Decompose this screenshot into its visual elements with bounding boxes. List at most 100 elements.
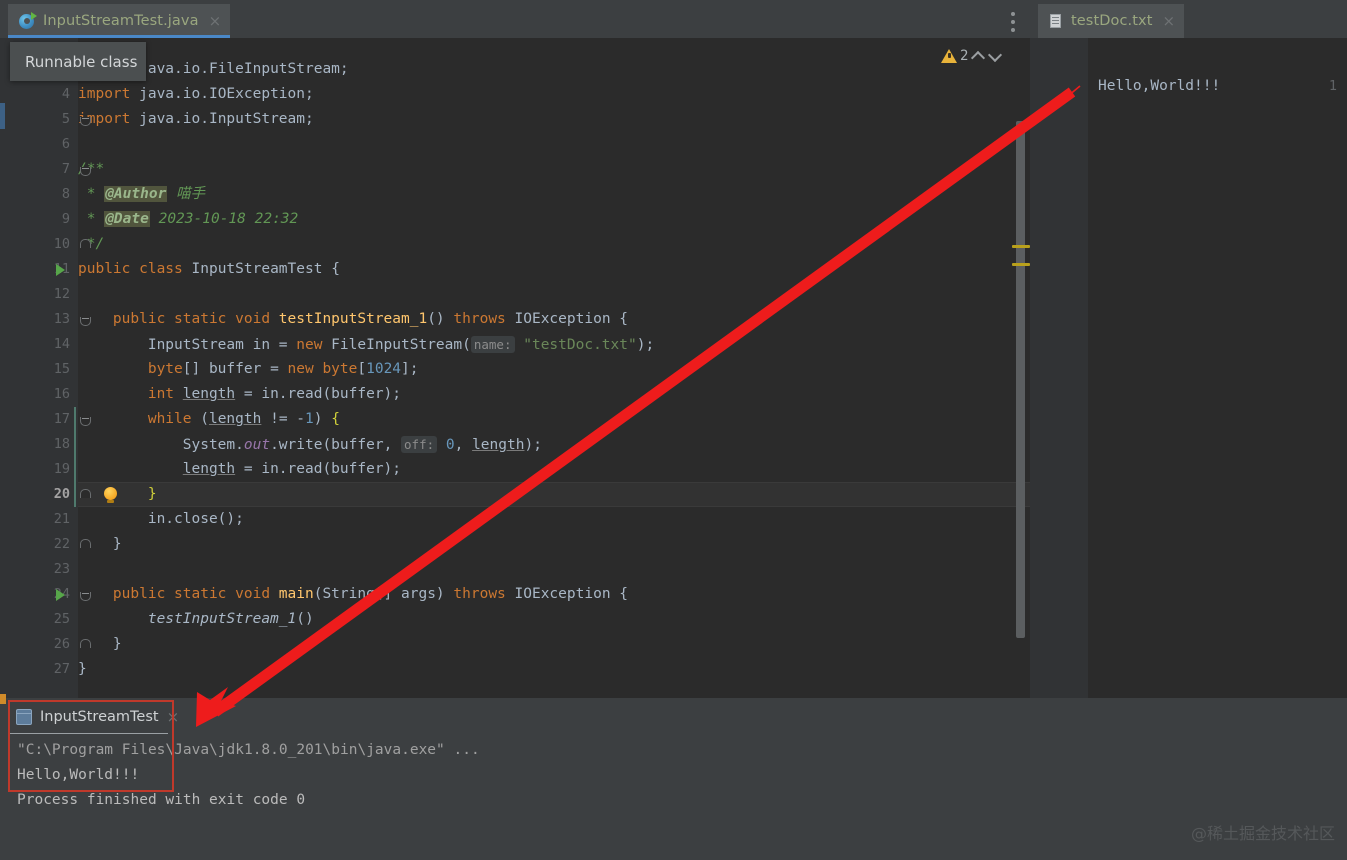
code-line[interactable] bbox=[78, 557, 1030, 582]
code-line[interactable]: InputStream in = new FileInputStream(nam… bbox=[78, 332, 1030, 357]
editor-tabstrip-left: InputStreamTest.java × bbox=[0, 0, 1030, 38]
fold-toggle-icon[interactable] bbox=[80, 639, 91, 650]
code-line[interactable]: import java.io.InputStream; bbox=[78, 107, 1030, 132]
warning-scroll-marker[interactable] bbox=[1012, 263, 1030, 266]
line-number: 25 bbox=[53, 611, 70, 627]
chevron-down-icon[interactable] bbox=[988, 49, 1002, 63]
console-line: Process finished with exit code 0 bbox=[17, 792, 306, 808]
editor-text-area[interactable]: import java.io.FileInputStream;import ja… bbox=[74, 38, 1030, 698]
code-line[interactable]: public static void main(String[] args) t… bbox=[78, 582, 1030, 607]
line-number: 18 bbox=[53, 436, 70, 452]
inspection-widget[interactable]: 2 bbox=[941, 48, 1002, 64]
editor-tab-testdoc[interactable]: testDoc.txt × bbox=[1038, 4, 1185, 38]
editor-scrollbar[interactable] bbox=[1016, 121, 1025, 638]
fold-toggle-icon[interactable] bbox=[80, 414, 91, 426]
code-line[interactable] bbox=[78, 282, 1030, 307]
line-number: 9 bbox=[61, 211, 70, 227]
code-line[interactable]: } bbox=[78, 482, 1030, 507]
editor-tab-label: InputStreamTest.java bbox=[43, 13, 199, 29]
code-line[interactable]: } bbox=[78, 532, 1030, 557]
fold-toggle-icon[interactable] bbox=[80, 239, 91, 250]
line-number: 4 bbox=[61, 86, 70, 102]
tooltip-text: Runnable class bbox=[25, 52, 138, 71]
code-line[interactable]: public class InputStreamTest { bbox=[78, 257, 1030, 282]
code-line[interactable]: length = in.read(buffer); bbox=[78, 457, 1030, 482]
right-editor-line-number: 1 bbox=[1328, 78, 1337, 94]
code-line[interactable]: public static void testInputStream_1() t… bbox=[78, 307, 1030, 332]
close-icon[interactable]: × bbox=[167, 708, 180, 726]
console-tab-inputstreamtest[interactable]: InputStreamTest × bbox=[8, 700, 187, 733]
warning-scroll-marker[interactable] bbox=[1012, 245, 1030, 248]
code-line[interactable]: System.out.write(buffer, off: 0, length)… bbox=[78, 432, 1030, 457]
run-console-panel: InputStreamTest × "C:\Program Files\Java… bbox=[0, 698, 1347, 856]
close-icon[interactable]: × bbox=[209, 13, 222, 29]
line-number: 10 bbox=[53, 236, 70, 252]
line-number: 20 bbox=[53, 486, 70, 502]
runnable-class-tooltip: Runnable class bbox=[10, 42, 146, 81]
code-line[interactable]: in.close(); bbox=[78, 507, 1030, 532]
java-class-icon bbox=[19, 11, 37, 30]
console-tab-label: InputStreamTest bbox=[40, 708, 159, 725]
line-number: 27 bbox=[53, 661, 70, 677]
fold-toggle-icon[interactable] bbox=[80, 164, 91, 176]
right-editor-content: Hello,World!!! bbox=[1098, 78, 1221, 94]
code-line[interactable]: } bbox=[78, 657, 1030, 682]
fold-toggle-icon[interactable] bbox=[80, 539, 91, 550]
run-console-icon bbox=[16, 708, 32, 725]
code-line[interactable]: testInputStream_1() bbox=[78, 607, 1030, 632]
line-number: 17 bbox=[53, 411, 70, 427]
code-line[interactable]: while (length != -1) { bbox=[78, 407, 1030, 432]
console-output: "C:\Program Files\Java\jdk1.8.0_201\bin\… bbox=[17, 738, 1347, 813]
code-block-indicator bbox=[74, 407, 76, 507]
line-number: 22 bbox=[53, 536, 70, 552]
line-number: 5 bbox=[61, 111, 70, 127]
editor-tab-label: testDoc.txt bbox=[1071, 13, 1153, 29]
vcs-change-marker[interactable] bbox=[0, 103, 5, 129]
console-tab-underline bbox=[8, 733, 168, 734]
run-gutter-icon[interactable] bbox=[56, 589, 65, 601]
code-line[interactable]: byte[] buffer = new byte[1024]; bbox=[78, 357, 1030, 382]
right-editor-gutter bbox=[1030, 38, 1088, 698]
code-line[interactable]: /** bbox=[78, 157, 1030, 182]
line-number: 6 bbox=[61, 136, 70, 152]
line-number: 26 bbox=[53, 636, 70, 652]
line-number: 8 bbox=[61, 186, 70, 202]
more-vertical-icon[interactable] bbox=[1011, 12, 1015, 36]
line-number: 13 bbox=[53, 311, 70, 327]
code-line[interactable]: * @Date 2023-10-18 22:32 bbox=[78, 207, 1030, 232]
line-number: 7 bbox=[61, 161, 70, 177]
editor-left-margin bbox=[0, 38, 12, 698]
line-number: 23 bbox=[53, 561, 70, 577]
code-line[interactable]: import java.io.FileInputStream; bbox=[78, 57, 1030, 82]
code-line[interactable]: } bbox=[78, 632, 1030, 657]
warning-count: 2 bbox=[960, 48, 969, 64]
editor-gutter[interactable]: 3456789101112131415161718192021222324252… bbox=[12, 38, 117, 698]
code-line[interactable]: import java.io.IOException; bbox=[78, 82, 1030, 107]
fold-toggle-icon[interactable] bbox=[80, 589, 91, 601]
chevron-up-icon[interactable] bbox=[971, 49, 985, 63]
right-editor-panel[interactable]: 1 Hello,World!!! bbox=[1030, 38, 1347, 698]
code-line[interactable]: * @Author 喵手 bbox=[78, 182, 1030, 207]
editor-tab-inputstreamtest[interactable]: InputStreamTest.java × bbox=[8, 4, 231, 38]
console-line: "C:\Program Files\Java\jdk1.8.0_201\bin\… bbox=[17, 742, 480, 758]
run-gutter-icon[interactable] bbox=[56, 264, 65, 276]
editor-tabstrip-right: testDoc.txt × bbox=[1030, 0, 1347, 38]
intention-bulb-icon[interactable] bbox=[103, 487, 118, 503]
fold-toggle-icon[interactable] bbox=[80, 114, 91, 126]
warning-triangle-icon bbox=[941, 49, 957, 63]
console-run-indicator bbox=[0, 694, 6, 704]
fold-toggle-icon[interactable] bbox=[80, 314, 91, 326]
code-line[interactable]: int length = in.read(buffer); bbox=[78, 382, 1030, 407]
code-line[interactable]: */ bbox=[78, 232, 1030, 257]
line-number: 14 bbox=[53, 336, 70, 352]
fold-toggle-icon[interactable] bbox=[80, 489, 91, 500]
line-number: 15 bbox=[53, 361, 70, 377]
code-line[interactable] bbox=[78, 132, 1030, 157]
text-file-icon bbox=[1049, 13, 1064, 30]
code-editor[interactable]: 3456789101112131415161718192021222324252… bbox=[0, 38, 1030, 698]
line-number: 16 bbox=[53, 386, 70, 402]
ide-window: InputStreamTest.java × testDoc.txt × Run… bbox=[0, 0, 1347, 856]
line-number: 19 bbox=[53, 461, 70, 477]
console-line: Hello,World!!! bbox=[17, 767, 140, 783]
close-icon[interactable]: × bbox=[1163, 13, 1176, 29]
